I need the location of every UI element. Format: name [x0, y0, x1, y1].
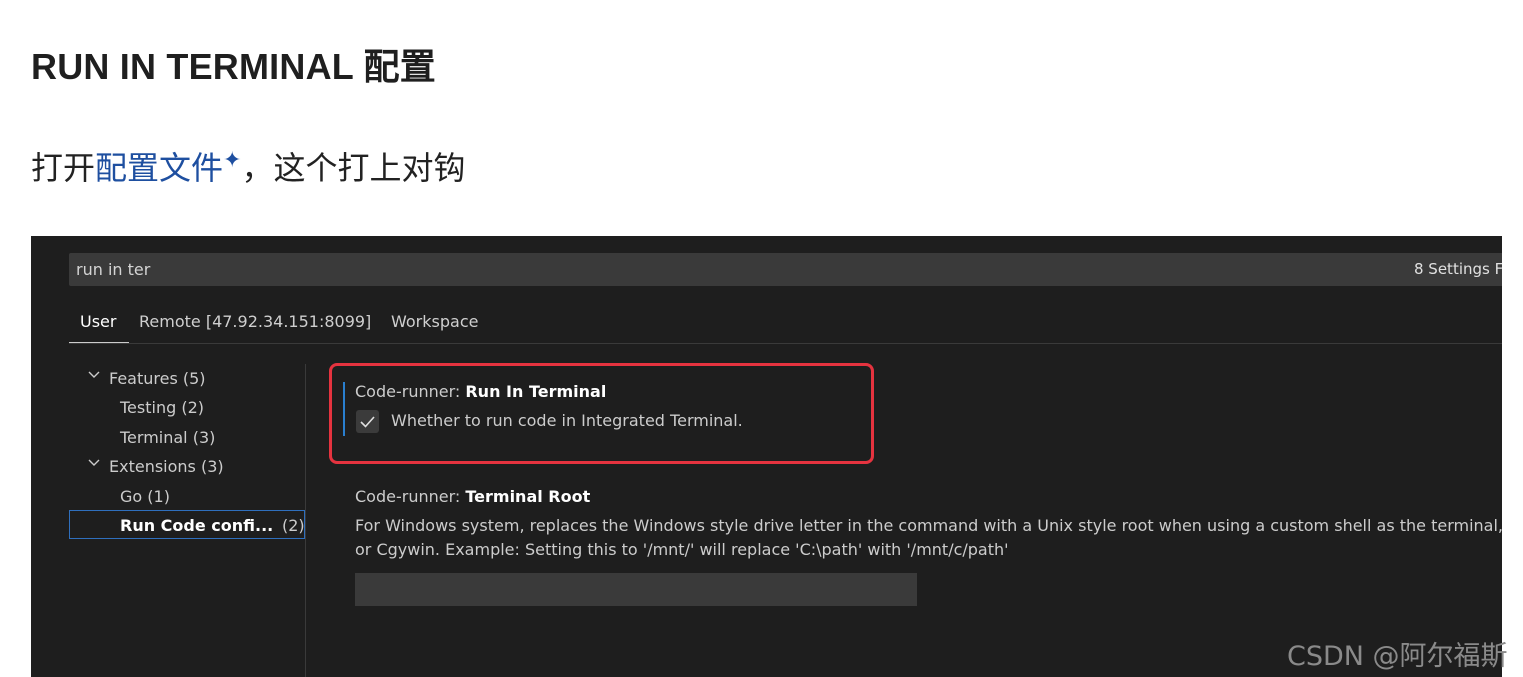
settings-search-input[interactable]: run in ter 8 Settings F [69, 253, 1502, 286]
setting-category: Code-runner: [355, 487, 466, 506]
sparkle-icon: ✦ [223, 148, 242, 173]
search-results-count: 8 Settings F [1414, 260, 1502, 278]
toc-divider [305, 364, 306, 677]
toc-count: (2) [282, 516, 305, 535]
section-heading: RUN IN TERMINAL 配置 [31, 46, 436, 87]
toc-item-terminal[interactable]: Terminal (3) [69, 423, 305, 452]
setting-description-line1: For Windows system, replaces the Windows… [355, 516, 1502, 535]
chevron-down-icon [88, 459, 100, 466]
run-in-terminal-checkbox[interactable] [356, 410, 379, 433]
toc-label: Run Code confi... [120, 516, 274, 535]
setting-name: Terminal Root [465, 487, 591, 506]
toc-label: Extensions (3) [109, 457, 224, 476]
tabs-divider [69, 343, 1502, 344]
config-file-link[interactable]: 配置文件 [95, 149, 223, 187]
setting-description: Whether to run code in Integrated Termin… [391, 411, 743, 430]
focused-setting-indicator [343, 382, 345, 436]
checkmark-icon [360, 416, 375, 428]
toc-item-features[interactable]: Features (5) [69, 364, 305, 393]
search-query: run in ter [76, 260, 151, 279]
chevron-down-icon [88, 371, 100, 378]
toc-item-extensions[interactable]: Extensions (3) [69, 452, 305, 481]
setting-name: Run In Terminal [465, 382, 607, 401]
article-page: RUN IN TERMINAL 配置 打开配置文件✦，这个打上对钩 run in… [0, 0, 1523, 677]
tab-workspace[interactable]: Workspace [391, 312, 478, 331]
toc-item-testing[interactable]: Testing (2) [69, 393, 305, 422]
terminal-root-input[interactable] [355, 573, 917, 606]
toc-label: Features (5) [109, 369, 206, 388]
toc-label: Go (1) [120, 487, 170, 506]
para-prefix: 打开 [31, 149, 96, 187]
setting-description-line2: or Cgywin. Example: Setting this to '/mn… [355, 540, 1009, 559]
para-suffix: ，这个打上对钩 [241, 149, 466, 187]
vscode-settings-screenshot: run in ter 8 Settings F User Remote [47.… [31, 236, 1502, 677]
tab-remote[interactable]: Remote [47.92.34.151:8099] [139, 312, 371, 331]
toc-label: Testing (2) [120, 398, 204, 417]
instruction-paragraph: 打开配置文件✦，这个打上对钩 [31, 143, 465, 189]
toc-label: Terminal (3) [120, 428, 216, 447]
toc-item-run-code-config[interactable]: Run Code confi... (2) [69, 510, 305, 539]
setting-title-terminal-root: Code-runner: Terminal Root [355, 487, 590, 506]
tab-user[interactable]: User [80, 312, 116, 331]
csdn-watermark: CSDN @阿尔福斯 [1287, 641, 1508, 672]
setting-category: Code-runner: [355, 382, 466, 401]
setting-title-run-in-terminal: Code-runner: Run In Terminal [355, 382, 606, 401]
toc-item-go[interactable]: Go (1) [69, 482, 305, 511]
settings-scope-tabs: User Remote [47.92.34.151:8099] Workspac… [69, 310, 1502, 344]
